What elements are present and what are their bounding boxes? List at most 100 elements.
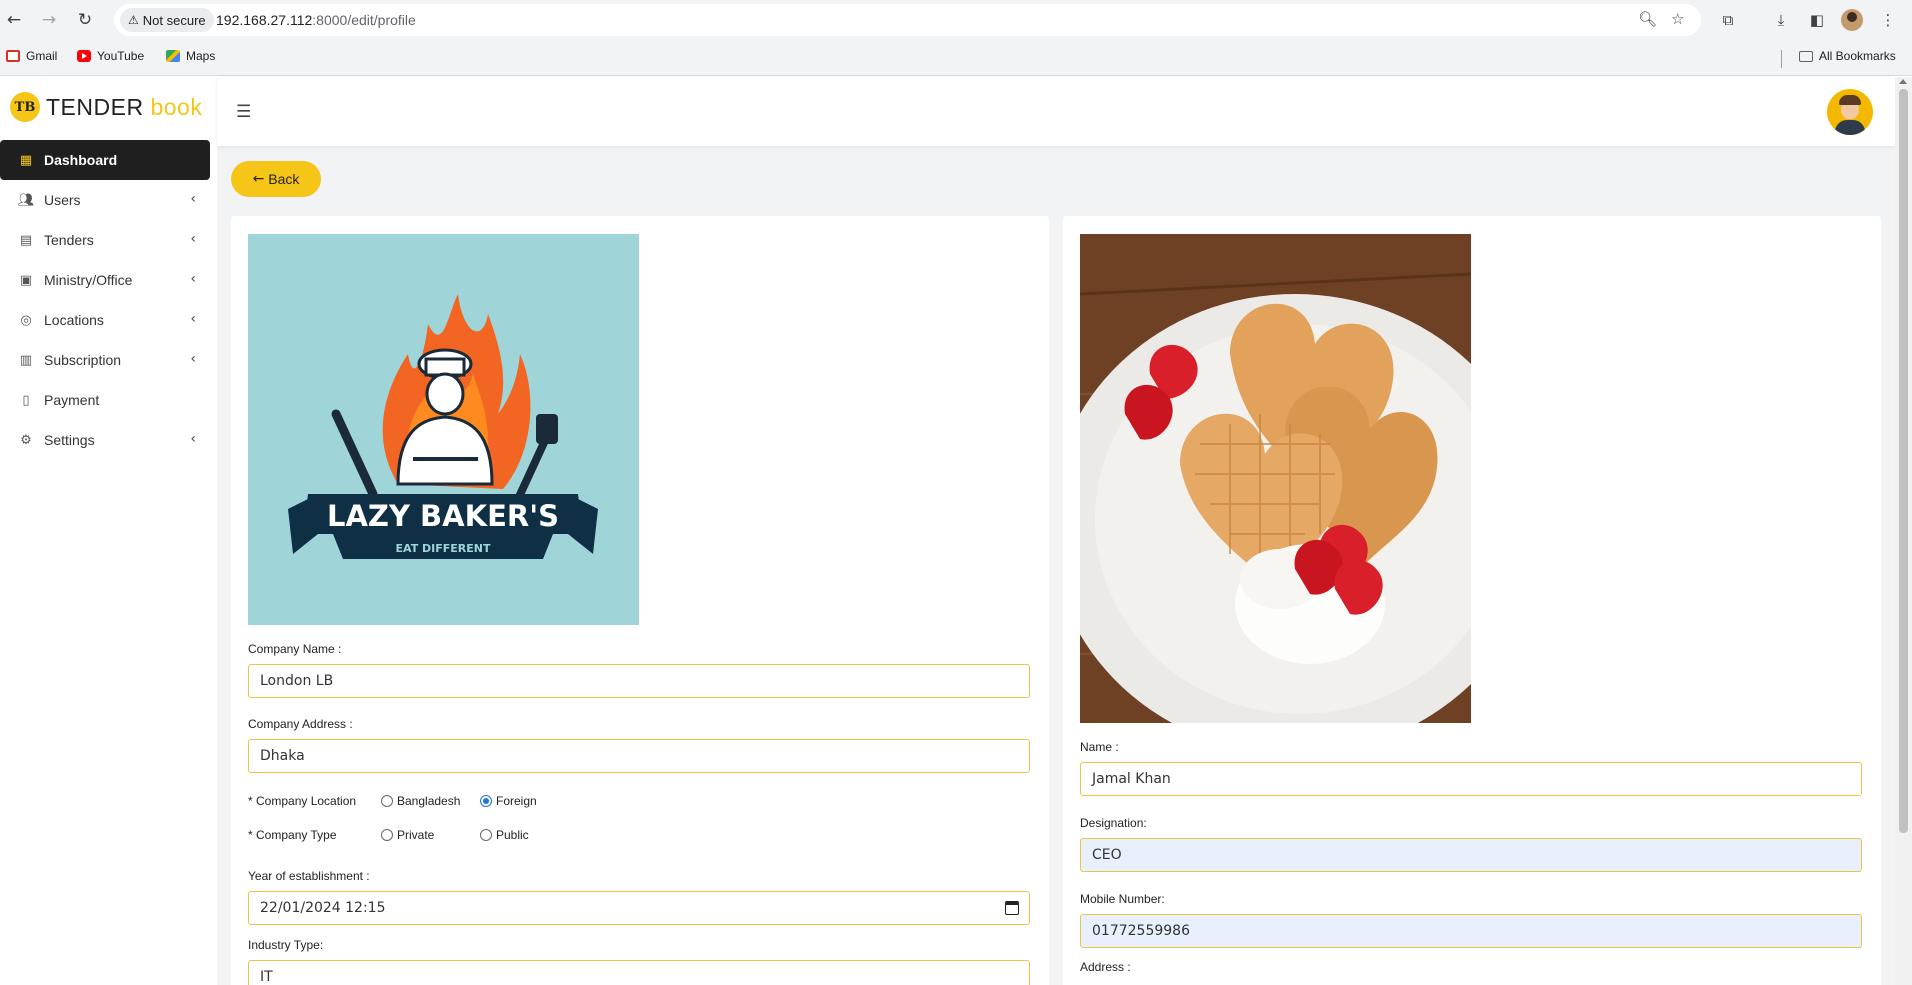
year-established-input[interactable]: 22/01/2024 12:15: [248, 891, 1030, 925]
company-name-input[interactable]: London LB: [248, 664, 1030, 698]
company-type-row: * Company Type Private Public: [248, 828, 529, 842]
mobile-number-label: Mobile Number:: [1080, 892, 1165, 906]
sidebar-menu: ▦ Dashboard 👥︎ Users ‹ ▤ Tenders ‹ ▣ Min…: [0, 140, 217, 460]
sidebar-item-locations[interactable]: ◎ Locations ‹: [0, 300, 210, 340]
page-scrollbar[interactable]: [1895, 77, 1912, 985]
security-label: Not secure: [142, 12, 206, 28]
designation-input[interactable]: CEO: [1080, 838, 1862, 872]
scroll-up-icon[interactable]: [1899, 79, 1907, 84]
gear-icon: ⚙: [20, 432, 32, 448]
all-bookmarks[interactable]: All Bookmarks: [1799, 49, 1896, 63]
sidebar-item-payment[interactable]: ▯ Payment: [0, 380, 210, 420]
more-menu-icon[interactable]: ⋮: [1876, 8, 1900, 32]
calendar-icon[interactable]: [1005, 901, 1019, 915]
sidebar-item-label: Dashboard: [44, 152, 118, 168]
industry-type-input[interactable]: IT: [248, 960, 1030, 985]
company-location-label: * Company Location: [248, 794, 357, 808]
sidebar-item-tenders[interactable]: ▤ Tenders ‹: [0, 220, 210, 260]
chevron-left-icon: ‹: [190, 271, 196, 287]
sidebar-item-label: Locations: [44, 312, 104, 328]
hamburger-menu-icon[interactable]: ☰: [236, 102, 251, 122]
sidebar-item-dashboard[interactable]: ▦ Dashboard: [0, 140, 210, 180]
sidebar-item-label: Settings: [44, 432, 95, 448]
back-arrow-icon[interactable]: ←: [2, 8, 26, 32]
person-name-input[interactable]: Jamal Khan: [1080, 762, 1862, 796]
zoom-icon[interactable]: 🔍︎: [1638, 10, 1657, 28]
sidebar-item-subscription[interactable]: ▥ Subscription ‹: [0, 340, 210, 380]
document-icon: ▤: [19, 232, 33, 248]
reload-icon[interactable]: ↻: [73, 8, 97, 32]
youtube-icon: [77, 50, 91, 62]
avatar-hair: [1839, 95, 1861, 105]
calendar-icon: ▥: [19, 352, 33, 368]
sidebar-item-ministry-office[interactable]: ▣ Ministry/Office ‹: [0, 260, 210, 300]
radio-button[interactable]: [381, 829, 393, 841]
company-type-label: * Company Type: [248, 828, 337, 842]
back-button[interactable]: ← Back: [231, 161, 321, 197]
arrow-left-icon: ←: [252, 171, 265, 187]
company-address-label: Company Address :: [248, 717, 353, 731]
scroll-thumb[interactable]: [1899, 89, 1908, 833]
bookmark-label: Gmail: [26, 49, 58, 63]
forward-arrow-icon[interactable]: →: [37, 8, 61, 32]
sidebar-item-label: Ministry/Office: [44, 272, 133, 288]
warning-icon: ⚠: [128, 13, 139, 27]
user-avatar[interactable]: [1827, 89, 1873, 135]
radio-label: Public: [496, 828, 529, 842]
person-name-label: Name :: [1080, 740, 1119, 754]
radio-button[interactable]: [381, 795, 393, 807]
maps-icon: [166, 50, 180, 62]
browser-toolbar: ← → ↻ ⚠ Not secure 192.168.27.112:8000/e…: [0, 0, 1912, 40]
person-card: Name : Jamal Khan Designation: CEO Mobil…: [1063, 216, 1881, 985]
download-icon[interactable]: ⤓: [1769, 8, 1793, 32]
chevron-left-icon: ‹: [190, 351, 196, 367]
bookmark-youtube[interactable]: YouTube: [77, 49, 144, 63]
sidebar-item-users[interactable]: 👥︎ Users ‹: [0, 180, 210, 220]
bookmarks-bar: Gmail YouTube Maps All Bookmarks: [0, 40, 1912, 76]
radio-button[interactable]: [480, 829, 492, 841]
profile-avatar-icon[interactable]: [1841, 9, 1863, 31]
radio-label: Private: [397, 828, 435, 842]
url-text[interactable]: 192.168.27.112:8000/edit/profile: [216, 12, 416, 28]
company-logo-image[interactable]: LAZY BAKER'S EAT DIFFERENT: [248, 234, 639, 625]
bookmark-maps[interactable]: Maps: [166, 49, 215, 63]
year-established-label: Year of establishment :: [248, 869, 370, 883]
payment-icon: ▯: [22, 392, 30, 408]
star-icon[interactable]: ☆: [1671, 10, 1684, 28]
company-name-label: Company Name :: [248, 642, 342, 656]
security-chip[interactable]: ⚠ Not secure: [120, 8, 214, 32]
gmail-icon: [6, 50, 20, 62]
sidebar-item-label: Payment: [44, 392, 100, 408]
chevron-left-icon: ‹: [190, 231, 196, 247]
back-button-label: Back: [268, 171, 300, 187]
address-bar[interactable]: ⚠ Not secure 192.168.27.112:8000/edit/pr…: [114, 4, 1701, 36]
sidebar: TB TENDER book ▦ Dashboard 👥︎ Users ‹ ▤ …: [0, 77, 217, 985]
industry-type-label: Industry Type:: [248, 938, 324, 952]
profile-photo-image[interactable]: [1080, 234, 1471, 723]
radio-public[interactable]: Public: [480, 828, 529, 842]
all-bookmarks-label: All Bookmarks: [1819, 49, 1896, 63]
radio-button-checked[interactable]: [480, 795, 492, 807]
sidebar-item-settings[interactable]: ⚙ Settings ‹: [0, 420, 210, 460]
side-panel-icon[interactable]: ◧: [1805, 8, 1829, 32]
brand[interactable]: TB TENDER book: [10, 92, 202, 122]
mobile-number-input[interactable]: 01772559986: [1080, 914, 1862, 948]
bookmark-gmail[interactable]: Gmail: [6, 49, 57, 63]
bookmark-label: Maps: [186, 49, 216, 63]
chevron-left-icon: ‹: [190, 311, 196, 327]
lazy-bakers-logo: LAZY BAKER'S EAT DIFFERENT: [288, 294, 598, 559]
radio-bangladesh[interactable]: Bangladesh: [381, 794, 460, 808]
year-established-value: 22/01/2024 12:15: [260, 900, 386, 916]
top-bar: ☰: [217, 77, 1895, 146]
url-path: :8000/edit/profile: [312, 12, 416, 28]
radio-private[interactable]: Private: [381, 828, 434, 842]
office-icon: ▣: [19, 272, 33, 288]
radio-foreign[interactable]: Foreign: [480, 794, 537, 808]
company-location-row: * Company Location Bangladesh Foreign: [248, 794, 537, 808]
avatar-body: [1835, 120, 1865, 135]
extensions-icon[interactable]: ⧉: [1716, 8, 1740, 32]
logo-title: LAZY BAKER'S: [327, 499, 559, 533]
logo-tagline: EAT DIFFERENT: [396, 542, 491, 555]
company-address-input[interactable]: Dhaka: [248, 739, 1030, 773]
sidebar-item-label: Users: [44, 192, 81, 208]
